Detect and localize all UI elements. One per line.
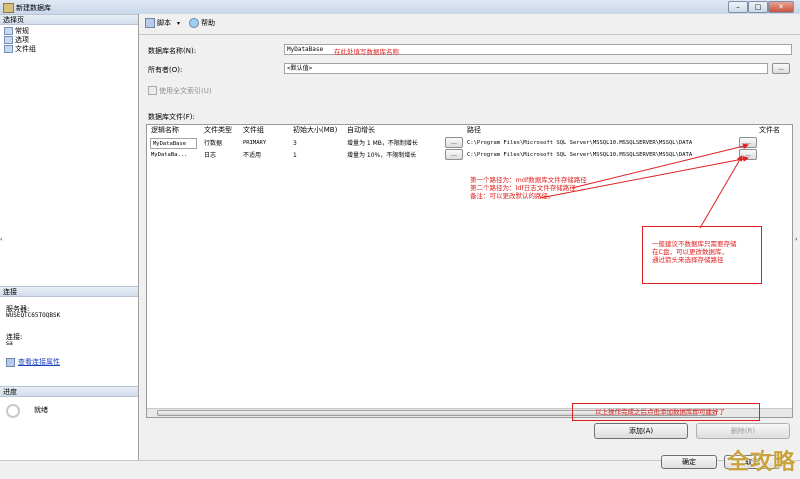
left-edge-arrow-icon: ‹ bbox=[0, 236, 3, 243]
right-edge-arrow-icon: › bbox=[795, 236, 798, 243]
watermark: 全攻略 bbox=[726, 450, 796, 475]
annotation-arrows bbox=[539, 143, 749, 229]
